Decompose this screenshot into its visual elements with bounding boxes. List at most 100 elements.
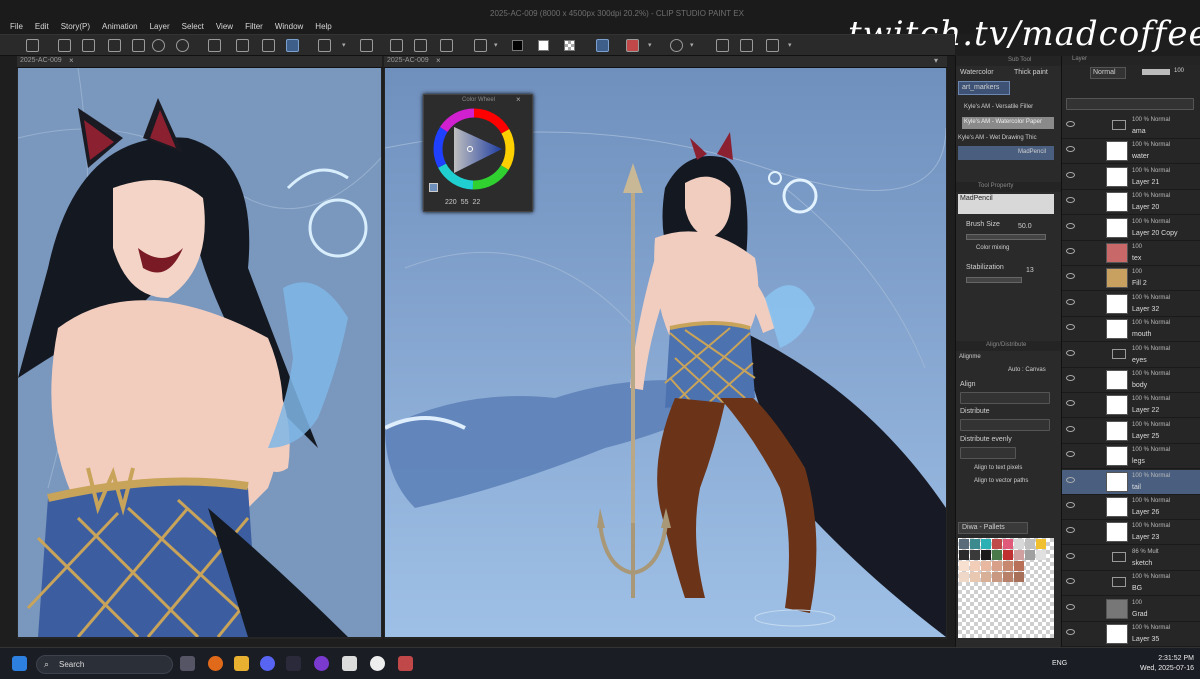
menu-view[interactable]: View (210, 22, 239, 32)
eye-icon[interactable] (1066, 502, 1075, 508)
opacity-value[interactable]: 100 (1174, 68, 1184, 74)
app-purple-icon[interactable] (314, 656, 329, 671)
close-icon[interactable]: × (436, 56, 441, 65)
eye-icon[interactable] (1066, 451, 1075, 458)
file-explorer-icon[interactable] (234, 656, 249, 671)
chevron-down-icon[interactable]: ▾ (648, 41, 652, 49)
new-file-icon[interactable] (58, 39, 71, 52)
palette-swatch[interactable] (970, 572, 980, 582)
avatar-icon[interactable] (626, 39, 639, 52)
layer-folder-row[interactable]: 100 % Normal ama (1062, 114, 1200, 139)
layer-row[interactable]: 100 % Normal Layer 26 (1062, 495, 1200, 520)
close-icon[interactable]: × (69, 56, 74, 65)
layer-row[interactable]: 100 % Normal water (1062, 139, 1200, 165)
eye-icon[interactable] (1066, 171, 1075, 178)
palette-swatch[interactable] (959, 539, 969, 549)
main-color-chip[interactable] (429, 183, 438, 192)
brush-item-2[interactable]: Kyle's AM - Watercolor Paper (962, 117, 1054, 129)
reference-icon[interactable] (596, 39, 609, 52)
palette-swatch[interactable] (981, 550, 991, 560)
brush-size-slider[interactable] (966, 234, 1046, 240)
palette-swatch[interactable] (1014, 561, 1024, 571)
eye-icon[interactable] (1066, 375, 1075, 381)
undo-icon[interactable] (152, 39, 165, 52)
palette-select[interactable]: Diwa - Pallets (958, 522, 1028, 534)
clear-icon[interactable] (208, 39, 221, 52)
sub-color-swatch[interactable] (538, 40, 549, 51)
distribute-evenly-buttons[interactable] (960, 447, 1016, 459)
align-vector-paths-option[interactable]: Align to vector paths (974, 478, 1028, 484)
palette-swatch[interactable] (959, 572, 969, 582)
left-canvas-artwork[interactable] (18, 68, 381, 637)
brush-icon[interactable] (414, 39, 427, 52)
layer-row[interactable]: 100 tex (1062, 241, 1200, 266)
chevron-down-icon[interactable]: ▾ (494, 41, 498, 49)
layer-row[interactable]: 100 % Normal legs (1062, 444, 1200, 470)
align-buttons[interactable] (960, 392, 1050, 404)
palette-swatch[interactable] (992, 550, 1002, 560)
palette-swatch[interactable] (1014, 550, 1024, 560)
chevron-down-icon[interactable]: ▾ (690, 41, 694, 49)
transparent-color-swatch[interactable] (564, 40, 575, 51)
palette-swatch[interactable] (1014, 572, 1024, 582)
pen-icon[interactable] (390, 39, 403, 52)
obs-like-icon[interactable] (286, 656, 301, 671)
opacity-slider[interactable] (1142, 69, 1170, 75)
menu-filter[interactable]: Filter (239, 22, 269, 32)
grid-icon[interactable] (474, 39, 487, 52)
align-target[interactable]: Auto : Canvas (1008, 367, 1046, 373)
eraser-icon[interactable] (440, 39, 453, 52)
stabilization-value[interactable]: 13 (1026, 267, 1034, 274)
device-icon[interactable] (716, 39, 729, 52)
layer-row[interactable]: 100 % Normal mouth (1062, 317, 1200, 343)
sub-tool-tab-watercolor[interactable]: Watercolor (960, 69, 994, 76)
menu-animation[interactable]: Animation (96, 22, 144, 32)
copy-icon[interactable] (236, 39, 249, 52)
layer-row[interactable]: 100 % Normal Layer 22 (1062, 393, 1200, 419)
layer-row[interactable]: 100 % Normal Layer 20 (1062, 190, 1200, 216)
layer-toolbar[interactable] (1066, 98, 1194, 110)
palette-swatch[interactable] (981, 561, 991, 571)
layer-row[interactable]: 100 % Normal Layer 23 (1062, 520, 1200, 546)
open-folder-icon[interactable] (82, 39, 95, 52)
firefox-icon[interactable] (208, 656, 223, 671)
palette-swatch[interactable] (981, 539, 991, 549)
discord-icon[interactable] (260, 656, 275, 671)
left-document-tab[interactable]: 2025-AC-009 × (17, 56, 382, 68)
layer-row[interactable]: 100 % Normal Layer 21 (1062, 165, 1200, 190)
clip-studio-icon[interactable] (26, 39, 39, 52)
distribute-buttons[interactable] (960, 419, 1050, 431)
eye-icon[interactable] (1066, 476, 1075, 483)
fill-icon[interactable] (262, 39, 275, 52)
clip-studio-icon[interactable] (342, 656, 357, 671)
menu-help[interactable]: Help (309, 22, 337, 32)
palette-swatch[interactable] (1025, 550, 1035, 560)
palette-swatch[interactable] (981, 572, 991, 582)
sub-tool-group-art-markers[interactable]: art_markers (958, 81, 1010, 95)
chevron-down-icon[interactable]: ▾ (342, 41, 346, 49)
palette-swatch[interactable] (992, 572, 1002, 582)
menu-file[interactable]: File (4, 22, 29, 32)
palette-swatch[interactable] (1003, 539, 1013, 549)
brush-item-madpencil[interactable]: MadPencil (958, 146, 1054, 160)
taskbar-search[interactable]: ⌕ Search (36, 655, 173, 674)
sub-tool-tab-thick-paint[interactable]: Thick paint (1014, 69, 1048, 76)
save-icon[interactable] (132, 39, 145, 52)
system-clock[interactable]: 2:31:52 PM Wed, 2025-07-16 (1124, 654, 1194, 674)
eye-icon[interactable] (1066, 527, 1075, 534)
brush-size-value[interactable]: 50.0 (1018, 223, 1032, 230)
layer-folder-row[interactable]: 86 % Mult sketch (1062, 546, 1200, 571)
menu-window[interactable]: Window (269, 22, 309, 32)
palette-swatch[interactable] (1036, 550, 1046, 560)
eye-icon[interactable] (1066, 603, 1075, 610)
menu-select[interactable]: Select (176, 22, 210, 32)
color-set-palette[interactable] (958, 538, 1054, 638)
layer-row[interactable]: 100 % Normal Layer 32 (1062, 292, 1200, 317)
hue-ring[interactable] (424, 103, 534, 203)
eye-icon[interactable] (1066, 324, 1075, 331)
layer-row[interactable]: 100 % Normal Layer 20 Copy (1062, 216, 1200, 241)
layer-row[interactable]: 100 Grad (1062, 597, 1200, 622)
palette-swatch[interactable] (959, 550, 969, 560)
eye-icon[interactable] (1066, 298, 1075, 305)
language-indicator[interactable]: ENG (1052, 660, 1067, 667)
